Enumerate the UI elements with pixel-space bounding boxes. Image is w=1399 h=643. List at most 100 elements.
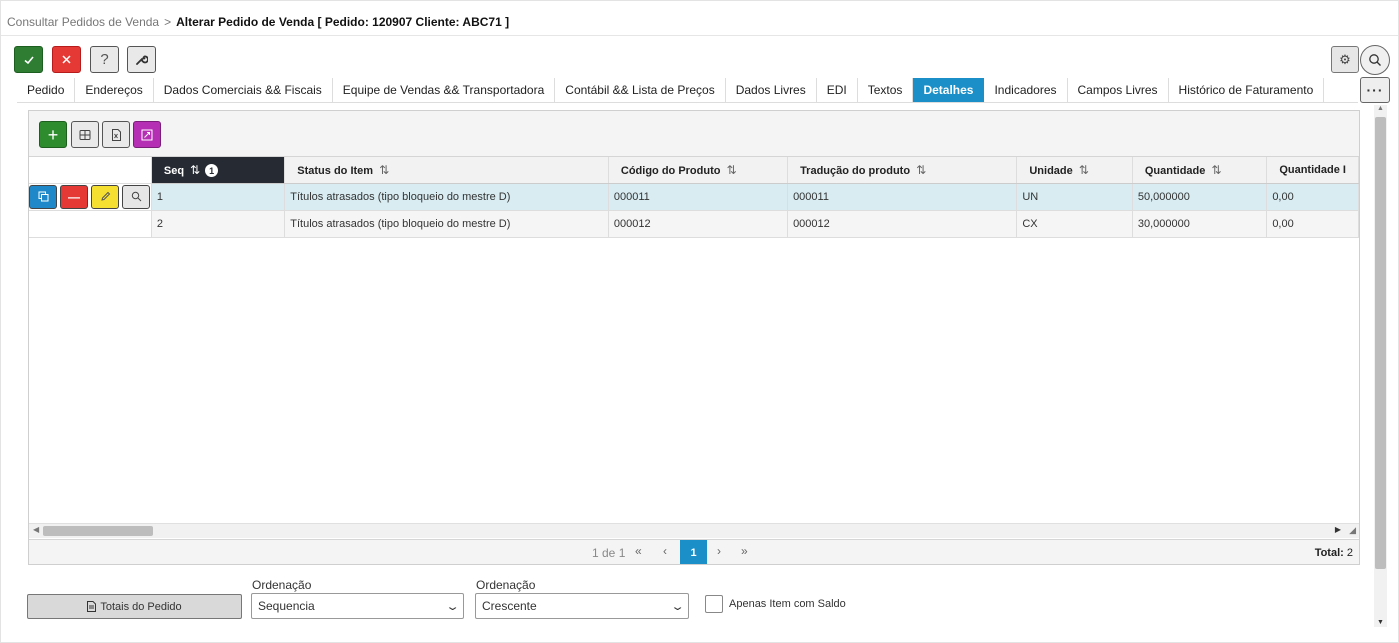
column-header-traducao[interactable]: Tradução do produto ⇅ [787, 157, 1018, 184]
cell-seq: 1 [151, 183, 286, 211]
cell-status: Títulos atrasados (tipo bloqueio do mest… [284, 183, 609, 211]
gear-icon: ⚙ [1339, 51, 1351, 67]
excel-file-icon [111, 128, 121, 141]
resize-grip-icon[interactable]: ◢ [1349, 525, 1356, 536]
delete-row-button[interactable]: — [60, 184, 88, 209]
column-header-codigo[interactable]: Código do Produto ⇅ [608, 157, 789, 184]
cell-unidade: CX [1016, 210, 1133, 238]
page-number-button[interactable]: 1 [680, 540, 707, 564]
tab-contabil[interactable]: Contábil && Lista de Preços [555, 78, 726, 102]
tab-enderecos[interactable]: Endereços [75, 78, 154, 102]
saldo-checkbox[interactable] [705, 595, 723, 613]
scroll-up-icon[interactable]: ▲ [1377, 105, 1384, 112]
grid-icon [79, 129, 91, 140]
cancel-button[interactable] [52, 46, 81, 73]
row-actions: — [29, 183, 152, 211]
tab-pedido[interactable]: Pedido [17, 78, 76, 102]
cell-quantidade-2: 0,00 [1266, 210, 1359, 238]
direcao-field-label: Ordenação [476, 578, 536, 592]
pagination: 1 de 1 « ‹ 1 › » Total: 2 [29, 539, 1359, 564]
direcao-select[interactable]: Crescente ⌄ [475, 593, 689, 619]
ordenacao-select[interactable]: Sequencia ⌄ [251, 593, 464, 619]
cell-quantidade-2: 0,00 [1266, 183, 1359, 211]
table-row[interactable]: 2 Títulos atrasados (tipo bloqueio do me… [29, 210, 1359, 238]
next-page-button[interactable]: › [717, 544, 721, 558]
scrollbar-thumb[interactable] [1375, 117, 1386, 569]
sort-icon: ⇅ [1211, 162, 1222, 177]
view-row-button[interactable] [122, 184, 150, 209]
tab-dados-comerciais[interactable]: Dados Comerciais && Fiscais [153, 78, 333, 102]
scrollbar-thumb[interactable] [43, 526, 153, 536]
total-value: 2 [1346, 547, 1353, 559]
grid-view-button[interactable] [71, 121, 99, 148]
sort-icon: ⇅ [726, 162, 737, 177]
saldo-checkbox-label[interactable]: Apenas Item com Saldo [729, 598, 846, 610]
column-header-label: Status do Item [297, 164, 374, 177]
last-page-button[interactable]: » [741, 544, 748, 558]
page-info: 1 de 1 [592, 546, 626, 560]
column-header-unidade[interactable]: Unidade ⇅ [1016, 157, 1133, 184]
horizontal-scrollbar[interactable]: ◀ ▶ ◢ [29, 523, 1359, 538]
totals-button[interactable]: Totais do Pedido [27, 594, 242, 619]
more-options-button[interactable]: ··· [1360, 77, 1390, 103]
column-header-status[interactable]: Status do Item ⇅ [284, 157, 609, 184]
table-header-row: Seq ⇅ 1 Status do Item ⇅ Código do Produto ⇅… [29, 157, 1359, 184]
tab-textos[interactable]: Textos [857, 78, 914, 102]
column-header-seq[interactable]: Seq ⇅ 1 [151, 157, 286, 184]
sort-asc-icon: ⇅ [190, 162, 201, 177]
breadcrumb-separator: > [164, 15, 172, 29]
tab-edi[interactable]: EDI [816, 78, 858, 102]
cell-seq: 2 [151, 210, 286, 238]
tab-equipe-vendas[interactable]: Equipe de Vendas && Transportadora [332, 78, 556, 102]
scroll-left-icon[interactable]: ◀ [33, 525, 39, 534]
help-button[interactable]: ? [90, 46, 119, 73]
tab-campos-livres[interactable]: Campos Livres [1067, 78, 1169, 102]
row-actions [29, 210, 152, 238]
document-icon [87, 601, 97, 612]
cell-traducao: 000012 [787, 210, 1018, 238]
tab-dados-livres[interactable]: Dados Livres [725, 78, 817, 102]
tab-divider [17, 102, 1358, 103]
export-excel-button[interactable] [102, 121, 130, 148]
cell-traducao: 000011 [787, 183, 1018, 211]
edit-row-button[interactable] [91, 184, 119, 209]
search-icon [1369, 54, 1381, 66]
prev-page-button[interactable]: ‹ [663, 544, 667, 558]
column-header-label: Seq [163, 164, 185, 177]
sort-order-badge: 1 [205, 164, 219, 177]
help-label: ? [100, 51, 109, 68]
vertical-scrollbar[interactable]: ▲ ▼ [1374, 105, 1387, 627]
add-item-button[interactable]: + [39, 121, 67, 148]
table-row[interactable]: — 1 Títulos atrasados (tipo bloqueio do … [29, 183, 1359, 211]
column-header-label: Código do Produto [620, 164, 721, 177]
cell-quantidade: 30,000000 [1132, 210, 1268, 238]
expand-button[interactable] [133, 121, 161, 148]
column-header-quantidade[interactable]: Quantidade ⇅ [1132, 157, 1268, 184]
breadcrumb: Consultar Pedidos de Venda > Alterar Pedid… [7, 15, 509, 29]
column-header-label: Quantidade I [1279, 163, 1346, 176]
tab-bar: Pedido Endereços Dados Comerciais && Fis… [17, 78, 1325, 102]
scroll-right-icon[interactable]: ▶ [1335, 525, 1341, 534]
sort-icon: ⇅ [379, 162, 390, 177]
first-page-button[interactable]: « [635, 544, 642, 558]
confirm-button[interactable] [14, 46, 43, 73]
tab-indicadores[interactable]: Indicadores [984, 78, 1068, 102]
cell-codigo: 000011 [608, 183, 789, 211]
items-grid-panel: + Seq ⇅ 1 Status do Item ⇅ Código do Pro… [28, 110, 1360, 565]
search-button[interactable] [1360, 45, 1390, 75]
column-header-quantidade-2[interactable]: Quantidade I [1266, 157, 1359, 184]
tools-button[interactable] [127, 46, 156, 73]
check-icon [23, 55, 34, 64]
cell-codigo: 000012 [608, 210, 789, 238]
breadcrumb-parent-link[interactable]: Consultar Pedidos de Venda [7, 15, 159, 29]
settings-button[interactable]: ⚙ [1331, 46, 1359, 73]
window: Consultar Pedidos de Venda > Alterar Pedid… [0, 0, 1399, 643]
tab-historico[interactable]: Histórico de Faturamento [1168, 78, 1325, 102]
expand-icon [141, 129, 153, 140]
scroll-down-icon[interactable]: ▼ [1377, 619, 1384, 626]
totals-button-label: Totais do Pedido [100, 600, 182, 613]
column-header-label: Unidade [1029, 164, 1073, 177]
copy-row-button[interactable] [29, 184, 57, 209]
tab-detalhes[interactable]: Detalhes [913, 78, 985, 102]
cell-status: Títulos atrasados (tipo bloqueio do mest… [284, 210, 609, 238]
